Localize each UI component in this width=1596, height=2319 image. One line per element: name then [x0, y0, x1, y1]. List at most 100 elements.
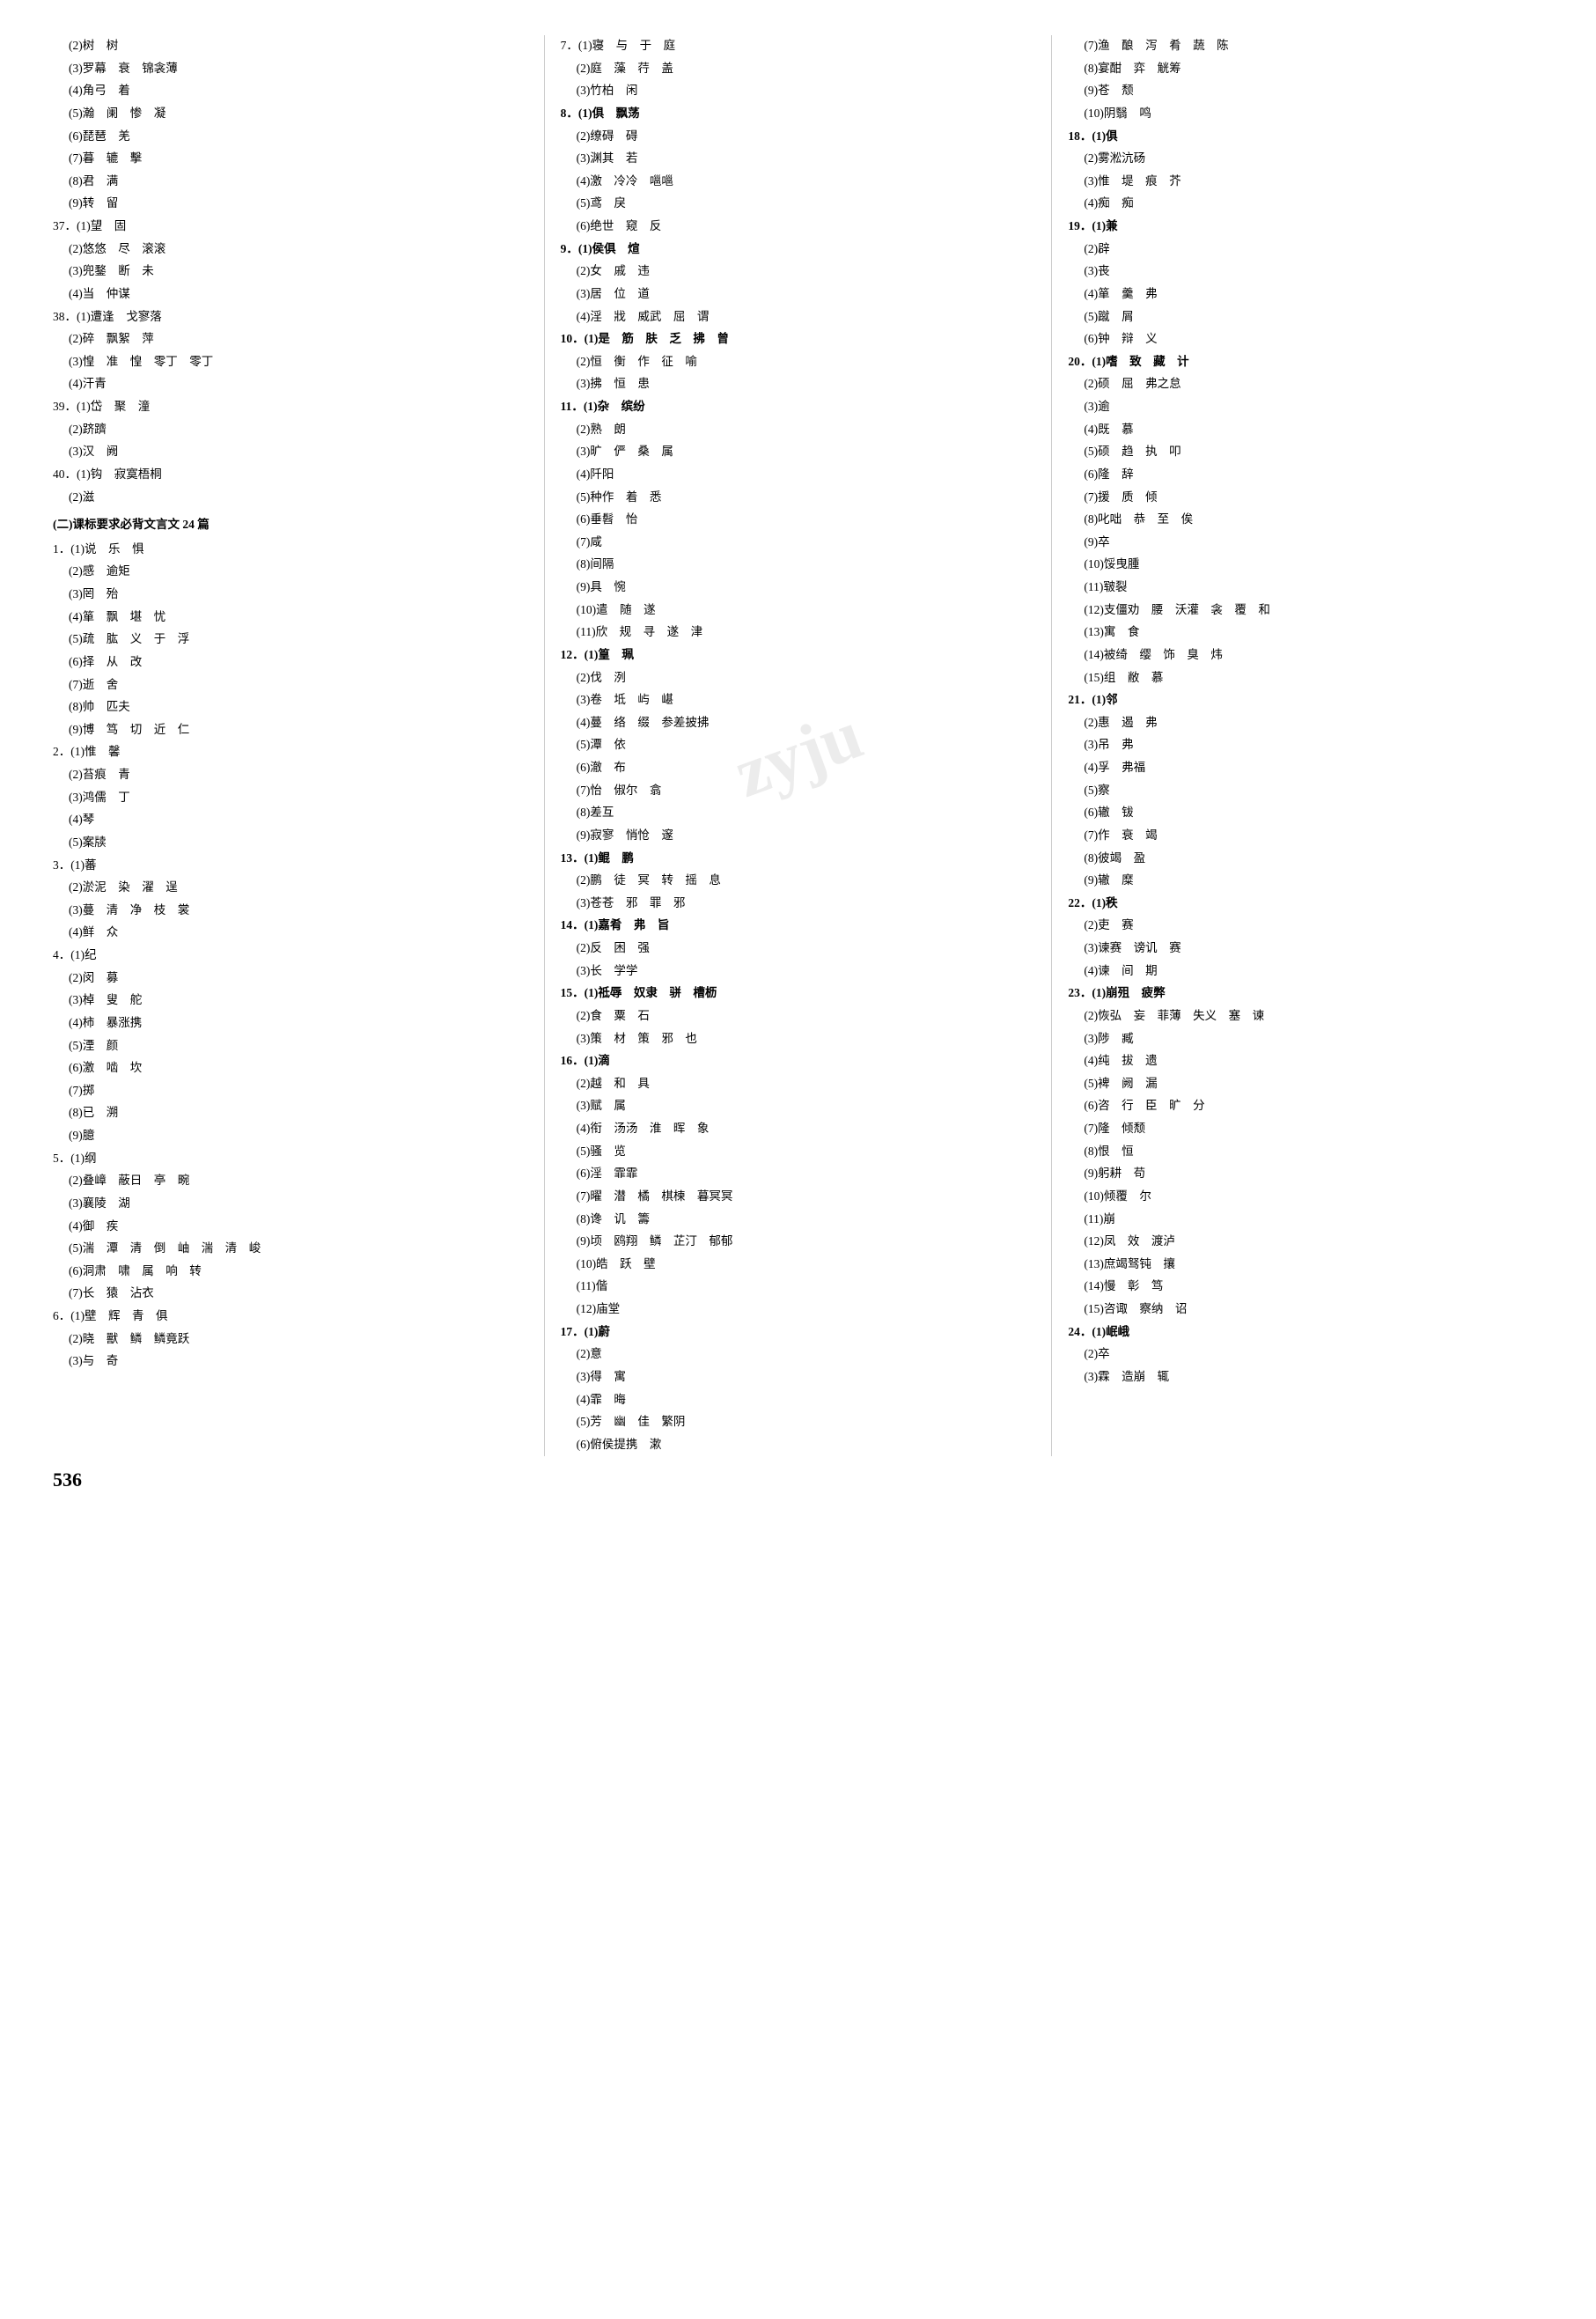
list-item: (8)君 满: [53, 171, 528, 192]
list-item: (3)吊 弗: [1068, 734, 1543, 755]
list-item: (3)逾: [1068, 396, 1543, 417]
list-item: (9)寂寥 悄怆 邃: [561, 825, 1036, 846]
list-item: (3)罔 殆: [53, 584, 528, 605]
list-item: (9)卒: [1068, 532, 1543, 553]
list-item: (2)叠嶂 蔽日 亭 畹: [53, 1170, 528, 1191]
list-item: (15)咨诹 察纳 诏: [1068, 1299, 1543, 1320]
list-item: (5)案牍: [53, 832, 528, 853]
list-item: (11)偕: [561, 1276, 1036, 1297]
list-item: (2)女 戚 违: [561, 261, 1036, 282]
list-item: (14)慢 彰 笃: [1068, 1276, 1543, 1297]
list-item: (7)作 衰 竭: [1068, 825, 1543, 846]
list-item: (6)绝世 窥 反: [561, 216, 1036, 237]
list-item: (8)已 溯: [53, 1102, 528, 1123]
list-item: (6)辙 钹: [1068, 802, 1543, 823]
list-item: (3)丧: [1068, 261, 1543, 282]
list-item: (12)凤 效 渡泸: [1068, 1231, 1543, 1252]
list-item: (3)居 位 道: [561, 283, 1036, 305]
list-item: (2)惠 遏 弗: [1068, 712, 1543, 733]
list-item: 24．(1)岷峨: [1068, 1321, 1543, 1343]
list-item: (2)悠悠 尽 滚滚: [53, 239, 528, 260]
list-item: (2)越 和 具: [561, 1073, 1036, 1094]
list-item: (5)湮 颜: [53, 1035, 528, 1056]
list-item: (8)差互: [561, 802, 1036, 823]
list-item: 39．(1)岱 聚 潼: [53, 396, 528, 417]
list-item: (7)掷: [53, 1080, 528, 1101]
list-item: (2)树 树: [53, 35, 528, 56]
list-item: (7)渔 酿 泻 肴 蔬 陈: [1068, 35, 1543, 56]
list-item: (13)庶竭驽钝 攘: [1068, 1254, 1543, 1275]
list-item: 12．(1)篁 珮: [561, 644, 1036, 666]
list-item: 8．(1)俱 飘荡: [561, 103, 1036, 124]
list-item: (6)俯侯提携 漱: [561, 1434, 1036, 1455]
list-item: (4)霏 晦: [561, 1389, 1036, 1410]
list-item: (9)躬耕 苟: [1068, 1163, 1543, 1184]
list-item: (14)被绮 缨 饰 臭 炜: [1068, 644, 1543, 666]
list-item: (3)旷 俨 桑 属: [561, 441, 1036, 462]
list-item: (3)惶 准 惶 零丁 零丁: [53, 351, 528, 372]
list-item: (4)琴: [53, 809, 528, 830]
list-item: (5)裨 阙 漏: [1068, 1073, 1543, 1094]
list-item: (2)恒 衡 作 征 喻: [561, 351, 1036, 372]
list-item: (10)倾覆 尔: [1068, 1186, 1543, 1207]
list-item: (4)箪 飘 堪 忧: [53, 607, 528, 628]
list-item: (6)垂髫 怡: [561, 509, 1036, 530]
list-item: (2)庭 藻 荇 盖: [561, 58, 1036, 79]
list-item: (7)怡 俶尔 翕: [561, 780, 1036, 801]
list-item: 21．(1)邻: [1068, 689, 1543, 710]
list-item: (3)惟 堤 痕 芥: [1068, 171, 1543, 192]
list-item: (4)谏 间 期: [1068, 961, 1543, 982]
list-item: (3)策 材 策 邪 也: [561, 1028, 1036, 1049]
list-item: (9)转 留: [53, 193, 528, 214]
list-item: (2)雾淞沆砀: [1068, 148, 1543, 169]
list-item: (7)曜 潜 橘 棋楝 暮冥冥: [561, 1186, 1036, 1207]
list-item: (5)鸢 戾: [561, 193, 1036, 214]
list-item: (6)择 从 改: [53, 652, 528, 673]
list-item: (5)骚 览: [561, 1141, 1036, 1162]
list-item: 38．(1)遭逢 戈寥落: [53, 306, 528, 328]
list-item: (5)疏 肱 义 于 浮: [53, 629, 528, 650]
list-item: (10)馁曳腫: [1068, 554, 1543, 575]
list-item: 1．(1)说 乐 惧: [53, 539, 528, 560]
list-item: (4)蔓 络 缀 参差披拂: [561, 712, 1036, 733]
list-item: (9)苍 颓: [1068, 80, 1543, 101]
list-item: (12)庙堂: [561, 1299, 1036, 1320]
list-item: (6)洞肃 啸 属 响 转: [53, 1261, 528, 1282]
list-item: (3)谏赛 谤讥 赛: [1068, 938, 1543, 959]
list-item: 16．(1)滴: [561, 1050, 1036, 1071]
list-item: (7)长 猿 沾衣: [53, 1283, 528, 1304]
page-container: zyju (2)树 树(3)罗幕 衰 锦衾薄(4)角弓 着(5)瀚 阑 惨 凝(…: [0, 0, 1596, 1509]
list-item: (2)意: [561, 1344, 1036, 1365]
list-item: (8)叱咄 恭 至 俟: [1068, 509, 1543, 530]
list-item: (3)渊其 若: [561, 148, 1036, 169]
list-item: 11．(1)杂 缤纷: [561, 396, 1036, 417]
list-item: (3)鸿儒 丁: [53, 787, 528, 808]
list-item: (3)襄陵 湖: [53, 1193, 528, 1214]
list-item: 23．(1)崩殂 疲弊: [1068, 983, 1543, 1004]
list-item: (13)寓 食: [1068, 622, 1543, 643]
list-item: (10)遣 随 遂: [561, 600, 1036, 621]
column-3: (7)渔 酿 泻 肴 蔬 陈(8)宴酣 弈 觥筹(9)苍 颓(10)阴翳 鸣18…: [1052, 35, 1543, 1456]
list-item: 14．(1)嘉肴 弗 旨: [561, 915, 1036, 936]
list-item: (5)潭 依: [561, 734, 1036, 755]
list-item: (9)顷 鸥翔 鳞 芷汀 郁郁: [561, 1231, 1036, 1252]
list-item: 17．(1)蔚: [561, 1321, 1036, 1343]
list-item: (2)辟: [1068, 239, 1543, 260]
list-item: (3)蔓 清 净 枝 裳: [53, 900, 528, 921]
list-item: 15．(1)祗辱 奴隶 骈 槽枥: [561, 983, 1036, 1004]
list-item: (6)激 啮 坎: [53, 1057, 528, 1079]
list-item: (5)察: [1068, 780, 1543, 801]
list-item: (9)博 笃 切 近 仁: [53, 719, 528, 740]
list-item: (4)痴 痴: [1068, 193, 1543, 214]
list-item: (7)咸: [561, 532, 1036, 553]
list-item: (4)既 慕: [1068, 419, 1543, 440]
list-item: 3．(1)蕃: [53, 855, 528, 876]
list-item: 4．(1)纪: [53, 945, 528, 966]
list-item: (4)御 疾: [53, 1216, 528, 1237]
column-2: 7．(1)寝 与 于 庭(2)庭 藻 荇 盖(3)竹柏 闲8．(1)俱 飘荡(2…: [545, 35, 1052, 1456]
list-item: (5)湍 潭 清 倒 岫 湍 清 峻: [53, 1238, 528, 1259]
list-item: (3)罗幕 衰 锦衾薄: [53, 58, 528, 79]
list-item: (2)熟 朗: [561, 419, 1036, 440]
list-item: 5．(1)纲: [53, 1148, 528, 1169]
list-item: (3)得 寓: [561, 1366, 1036, 1388]
